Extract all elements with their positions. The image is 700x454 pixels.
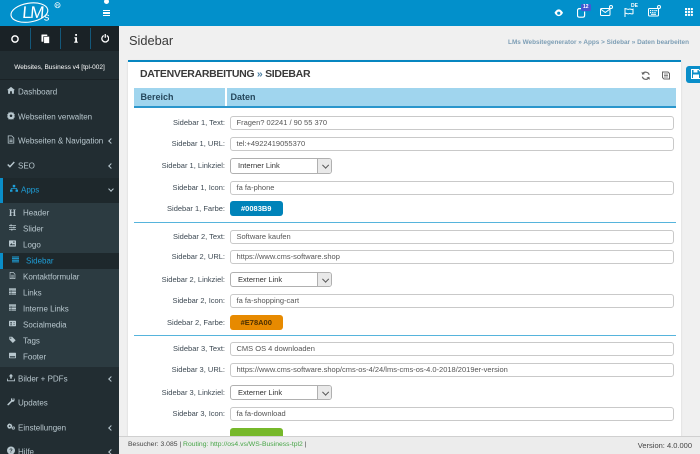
svg-text:LM: LM: [22, 3, 44, 22]
svg-text:?: ?: [9, 449, 13, 454]
svg-text:s: s: [43, 12, 50, 24]
svg-text:R: R: [56, 3, 59, 8]
